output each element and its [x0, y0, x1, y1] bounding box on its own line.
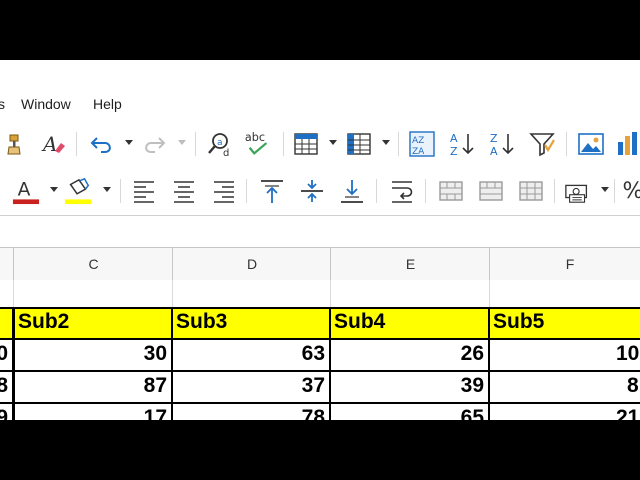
- sort-label-bottom: ZA: [412, 147, 425, 157]
- data-cell[interactable]: 63: [171, 338, 331, 372]
- spelling-icon[interactable]: abc: [244, 130, 272, 158]
- column-icon[interactable]: [345, 130, 373, 158]
- undo-dropdown-icon[interactable]: [125, 140, 133, 146]
- header-cell-partial[interactable]: [0, 307, 14, 340]
- clone-formatting-icon[interactable]: [2, 130, 30, 158]
- svg-text:A: A: [41, 132, 57, 156]
- data-cell-partial[interactable]: 0: [0, 338, 14, 372]
- undo-icon[interactable]: [88, 130, 116, 158]
- align-bottom-icon[interactable]: [338, 177, 366, 205]
- font-color-icon[interactable]: A: [12, 177, 40, 205]
- column-header-c[interactable]: C: [13, 248, 173, 280]
- data-cell[interactable]: 26: [329, 338, 490, 372]
- spreadsheet-app-window: s Window Help A ad abc AZ ZA A Z Z A A C…: [0, 60, 640, 420]
- spelling-label: abc: [245, 131, 265, 144]
- highlight-dropdown-icon[interactable]: [103, 187, 111, 193]
- data-cell[interactable]: 39: [329, 370, 490, 404]
- align-center-icon[interactable]: [170, 177, 198, 205]
- svg-text:Z: Z: [490, 132, 498, 145]
- menu-help[interactable]: Help: [93, 96, 122, 112]
- merge-center-icon[interactable]: [477, 177, 505, 205]
- svg-text:a: a: [217, 138, 223, 148]
- center-vertically-icon[interactable]: [298, 177, 326, 205]
- find-replace-icon[interactable]: ad: [206, 130, 234, 158]
- column-dropdown-icon[interactable]: [382, 140, 390, 146]
- header-cell-sub2[interactable]: Sub2: [13, 307, 173, 340]
- data-cell[interactable]: 10: [488, 338, 640, 372]
- data-cell[interactable]: 17: [13, 402, 173, 420]
- image-icon[interactable]: [577, 130, 605, 158]
- sort-descending-icon[interactable]: ZA: [488, 130, 516, 158]
- menu-window[interactable]: Window: [21, 96, 71, 112]
- data-cell[interactable]: 87: [13, 370, 173, 404]
- sort-icon[interactable]: AZ ZA: [408, 130, 436, 158]
- sort-label-top: AZ: [412, 136, 424, 146]
- currency-dropdown-icon[interactable]: [601, 187, 609, 193]
- percent-symbol: %: [623, 179, 640, 204]
- unmerge-cells-icon[interactable]: [517, 177, 545, 205]
- data-cell[interactable]: 30: [13, 338, 173, 372]
- column-header-row: C D E F: [0, 247, 640, 281]
- menu-bar: [0, 60, 640, 90]
- wrap-text-icon[interactable]: [388, 177, 416, 205]
- data-cell-partial[interactable]: 9: [0, 402, 14, 420]
- svg-text:d: d: [223, 148, 229, 157]
- row-icon[interactable]: [292, 130, 320, 158]
- menu-item-partial[interactable]: s: [0, 96, 5, 112]
- align-top-icon[interactable]: [258, 177, 286, 205]
- standard-toolbar: A ad abc AZ ZA AZ Z A: [0, 121, 640, 167]
- merge-cells-icon[interactable]: [437, 177, 465, 205]
- row-dropdown-icon[interactable]: [329, 140, 337, 146]
- align-right-icon[interactable]: [210, 177, 238, 205]
- header-cell-sub4[interactable]: Sub4: [329, 307, 490, 340]
- header-cell-sub5[interactable]: Sub5: [488, 307, 640, 340]
- redo-dropdown-icon[interactable]: [178, 140, 186, 146]
- formatting-toolbar: A: [0, 168, 640, 214]
- data-cell-partial[interactable]: 8: [0, 370, 14, 404]
- autofilter-icon[interactable]: [528, 130, 556, 158]
- highlight-color-icon[interactable]: [64, 177, 92, 205]
- sort-ascending-icon[interactable]: AZ: [448, 130, 476, 158]
- data-cell[interactable]: 37: [171, 370, 331, 404]
- data-cell[interactable]: 21: [488, 402, 640, 420]
- svg-text:Z: Z: [450, 145, 458, 158]
- svg-text:A: A: [490, 145, 498, 158]
- column-header-e[interactable]: E: [330, 248, 490, 280]
- column-header-d[interactable]: D: [172, 248, 331, 280]
- currency-format-icon[interactable]: [564, 177, 592, 205]
- font-color-letter: A: [18, 180, 31, 201]
- percent-format-icon[interactable]: %: [619, 177, 640, 205]
- font-color-dropdown-icon[interactable]: [50, 187, 58, 193]
- clear-formatting-icon[interactable]: A: [40, 130, 68, 158]
- sheet-grid[interactable]: Sub2 Sub3 Sub4 Sub5 0 30 63 26 10 8 87 3…: [0, 280, 640, 420]
- align-left-icon[interactable]: [130, 177, 158, 205]
- data-cell[interactable]: 78: [171, 402, 331, 420]
- data-cell[interactable]: 65: [329, 402, 490, 420]
- formula-bar-area: [0, 215, 640, 248]
- column-header-f[interactable]: F: [489, 248, 640, 280]
- header-cell-sub3[interactable]: Sub3: [171, 307, 331, 340]
- svg-text:A: A: [450, 132, 458, 145]
- chart-icon[interactable]: [615, 130, 640, 158]
- data-cell[interactable]: 8: [488, 370, 640, 404]
- redo-icon[interactable]: [140, 130, 168, 158]
